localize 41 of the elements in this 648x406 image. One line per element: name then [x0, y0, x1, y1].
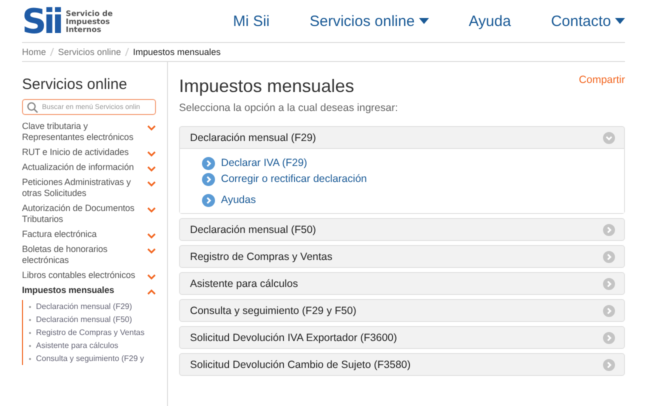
- sidebar-item[interactable]: RUT e Inicio de actividades: [22, 147, 147, 158]
- submenu-item[interactable]: Asistente para cálculos: [36, 339, 118, 352]
- arrow-circle-icon: [202, 194, 215, 206]
- logo-mark[interactable]: Sii: [22, 7, 61, 37]
- nav-link[interactable]: Servicios online: [310, 12, 429, 30]
- sidebar-item[interactable]: Autorización de Documentos Tributarios: [22, 203, 147, 225]
- accordion-header[interactable]: Consulta y seguimiento (F29 y F50): [190, 304, 356, 316]
- arrow-circle-icon: [202, 156, 215, 170]
- breadcrumb-link[interactable]: Servicios online: [58, 47, 122, 57]
- arrow-circle-icon: [202, 172, 215, 186]
- separator-icon: [50, 48, 54, 56]
- option-link[interactable]: Corregir o rectificar declaración: [221, 173, 367, 185]
- option-link[interactable]: Declarar IVA (F29): [221, 157, 308, 169]
- nav-link[interactable]: Ayuda: [468, 12, 511, 30]
- breadcrumb-link[interactable]: Impuestos mensuales: [133, 47, 221, 57]
- sidebar-item[interactable]: Libros contables electrónicos: [22, 270, 147, 281]
- accordion-header[interactable]: Registro de Compras y Ventas: [190, 250, 332, 262]
- sidebar-item[interactable]: Factura electrónica: [22, 229, 147, 240]
- submenu-item[interactable]: Declaración mensual (F50): [36, 313, 132, 326]
- accordion-header[interactable]: Solicitud Devolución IVA Exportador (F3600): [190, 332, 397, 344]
- page-title: Impuestos mensuales: [179, 76, 354, 97]
- page-subtitle: Selecciona la opción a la cual deseas ingresar:: [179, 102, 399, 114]
- accordion-header[interactable]: Declaración mensual (F50): [190, 224, 316, 236]
- submenu-item[interactable]: Consulta y seguimiento (F29 y: [36, 352, 144, 365]
- sidebar-item[interactable]: Actualización de información: [22, 162, 147, 173]
- nav-link[interactable]: Mi Sii: [232, 12, 270, 30]
- accordion-header[interactable]: Declaración mensual (F29): [190, 132, 316, 144]
- sidebar-item[interactable]: Impuestos mensuales: [22, 285, 147, 296]
- accordion-header[interactable]: Asistente para cálculos: [190, 278, 298, 290]
- option-link[interactable]: Ayudas: [221, 194, 256, 206]
- accordion-header[interactable]: Solicitud Devolución Cambio de Sujeto (F3580): [190, 358, 411, 370]
- submenu-item[interactable]: Declaración mensual (F29): [36, 300, 132, 313]
- sidebar-item[interactable]: Boletas de honorarios electrónicas: [22, 244, 147, 266]
- separator-icon: [125, 48, 130, 56]
- submenu-item[interactable]: Registro de Compras y Ventas: [36, 326, 144, 339]
- nav-link[interactable]: Contacto: [550, 12, 625, 30]
- sidebar-title: Servicios online: [22, 76, 128, 93]
- search-icon: [27, 102, 38, 113]
- sidebar-item[interactable]: Peticiones Administrativas y otras Solicitudes: [22, 177, 147, 199]
- sidebar-item[interactable]: Clave tributaria y Representantes electrónicos: [22, 121, 147, 143]
- breadcrumb-link[interactable]: Home: [22, 47, 46, 57]
